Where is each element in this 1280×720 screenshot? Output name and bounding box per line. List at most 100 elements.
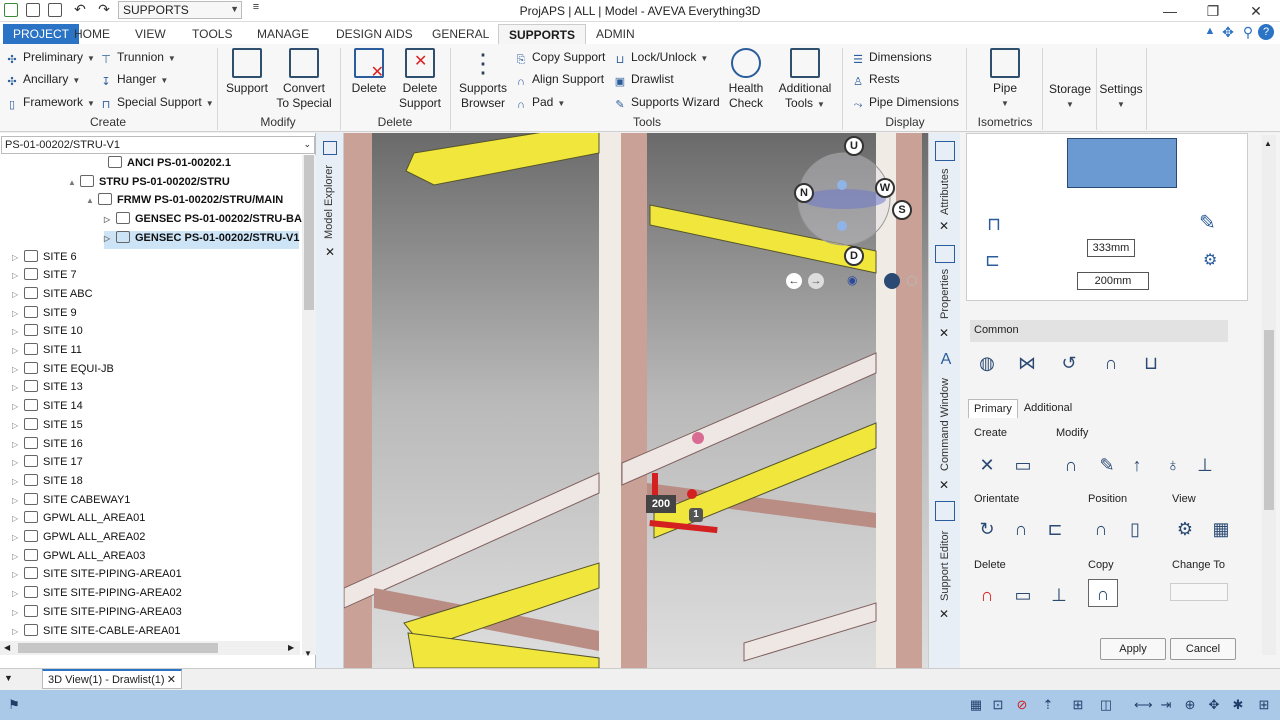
tab-list-icon[interactable]: ▼ xyxy=(4,673,13,683)
expand-toggle-icon[interactable]: ▷ xyxy=(12,290,22,299)
no-snap-icon[interactable]: ⊘ xyxy=(1014,697,1030,713)
distance-icon[interactable]: ⟷ xyxy=(1134,697,1153,713)
scroll-thumb[interactable] xyxy=(18,643,218,653)
expand-toggle-icon[interactable]: ▷ xyxy=(12,496,22,505)
special-support-button[interactable]: ⊓ Special Support ▼ xyxy=(100,95,214,111)
edit-icon[interactable]: ✎ xyxy=(1199,210,1216,235)
attributes-icon[interactable] xyxy=(935,141,955,161)
explorer-combo[interactable]: PS-01-00202/STRU-V1 ⌄ xyxy=(1,136,315,154)
support-point[interactable] xyxy=(692,432,704,444)
layers-icon[interactable]: ◫ xyxy=(1098,697,1114,713)
cancel-button[interactable]: Cancel xyxy=(1170,638,1236,660)
measure-icon[interactable]: ⊞ xyxy=(1070,697,1086,713)
pipe-iso-button[interactable]: Pipe ▼ xyxy=(980,48,1030,111)
expand-toggle-icon[interactable]: ▷ xyxy=(12,440,22,449)
expand-toggle-icon[interactable]: ▷ xyxy=(12,477,22,486)
tab-general[interactable]: GENERAL xyxy=(422,24,499,44)
orientate-hook-icon[interactable]: ∩ xyxy=(1006,515,1036,543)
compass-west[interactable]: W xyxy=(875,178,895,198)
align-support-button[interactable]: ∩ Align Support xyxy=(515,72,604,88)
support-point[interactable] xyxy=(687,489,697,499)
tab-home[interactable]: HOME xyxy=(64,24,120,44)
expand-toggle-icon[interactable]: ▷ xyxy=(12,458,22,467)
tree-item[interactable]: ▷ SITE 11 xyxy=(12,343,82,361)
health-check-button[interactable]: Health Check xyxy=(722,48,770,111)
move-to-icon[interactable]: ⇥ xyxy=(1158,697,1174,713)
change-to-select[interactable] xyxy=(1170,583,1228,601)
tree-item[interactable]: ▷ SITE CABEWAY1 xyxy=(12,492,130,511)
cube-icon[interactable]: ⬡ xyxy=(906,273,917,289)
tree-item[interactable]: ▷ SITE SITE-CABLE-AREA01 xyxy=(12,623,181,642)
tree-vertical-scrollbar[interactable]: ▼ xyxy=(302,155,316,658)
scroll-up-icon[interactable]: ▲ xyxy=(1264,139,1272,148)
modify-edit-icon[interactable]: ✎ xyxy=(1092,451,1122,479)
tab-tools[interactable]: TOOLS xyxy=(182,24,242,44)
settings-button[interactable]: Settings ▼ xyxy=(1098,82,1144,112)
tree-item[interactable]: ▷ GPWL ALL_AREA02 xyxy=(12,530,145,548)
home-view-icon[interactable]: ◉ xyxy=(847,273,857,287)
rotate-right-icon[interactable]: → xyxy=(808,273,824,289)
tab-manage[interactable]: MANAGE xyxy=(247,24,319,44)
expand-toggle-icon[interactable]: ▷ xyxy=(12,552,22,561)
collapse-ribbon-icon[interactable]: ▲ xyxy=(1200,25,1220,37)
create-cross-icon[interactable]: ✕ xyxy=(972,451,1002,479)
minimize-button[interactable]: — xyxy=(1160,3,1180,19)
dimension-200-field[interactable]: 200mm xyxy=(1077,272,1149,290)
expand-toggle-icon[interactable]: ▷ xyxy=(12,253,22,262)
drawlist-button[interactable]: ▣ Drawlist xyxy=(614,72,674,88)
close-icon[interactable]: ✕ xyxy=(939,478,949,492)
navigate-icon[interactable]: ✥ xyxy=(1218,24,1238,41)
globe-icon[interactable] xyxy=(884,273,900,289)
maximize-button[interactable]: ❐ xyxy=(1203,3,1223,20)
expand-toggle-icon[interactable]: ▷ xyxy=(12,608,22,617)
tab-view[interactable]: VIEW xyxy=(125,24,176,44)
properties-icon[interactable] xyxy=(935,245,955,263)
compass-south[interactable]: S xyxy=(892,200,912,220)
position-hook-icon[interactable]: ∩ xyxy=(1086,515,1116,543)
copy-support-button[interactable]: ⎘ Copy Support xyxy=(515,50,606,66)
support-editor-icon[interactable] xyxy=(935,501,955,521)
attributes-tab[interactable]: Attributes xyxy=(939,169,951,215)
scroll-left-icon[interactable]: ◀ xyxy=(4,643,10,652)
compass-north[interactable]: N xyxy=(794,183,814,203)
command-window-icon[interactable]: A xyxy=(937,351,955,369)
copy-hook-icon[interactable]: ∩ xyxy=(1088,579,1118,607)
tree-item[interactable]: ▷ SITE 16 xyxy=(12,436,83,455)
expand-toggle-icon[interactable]: ▷ xyxy=(12,402,22,411)
properties-tab[interactable]: Properties xyxy=(939,269,951,319)
tree-item[interactable]: ▷ SITE SITE-PIPING-AREA03 xyxy=(12,604,182,623)
expand-toggle-icon[interactable]: ▷ xyxy=(12,365,22,374)
rests-button[interactable]: ♙ Rests xyxy=(852,72,900,88)
preliminary-button[interactable]: ✣ Preliminary ▼ xyxy=(6,50,95,66)
tab-design-aids[interactable]: DESIGN AIDS xyxy=(326,24,423,44)
delete-hook-icon[interactable]: ∩ xyxy=(972,581,1002,609)
support-icon[interactable]: ⊔ xyxy=(1136,349,1166,377)
close-icon[interactable]: ✕ xyxy=(939,326,949,340)
expand-toggle-icon[interactable]: ▷ xyxy=(12,271,22,280)
orientate-rotate-icon[interactable]: ↻ xyxy=(972,515,1002,543)
tree-item[interactable]: ▲ STRU PS-01-00202/STRU xyxy=(68,174,230,193)
position-column-icon[interactable]: ▯ xyxy=(1120,515,1150,543)
close-icon[interactable]: ✕ xyxy=(939,219,949,233)
tree-item[interactable]: ▷ SITE 17 xyxy=(12,455,83,473)
globe-icon[interactable]: ◍ xyxy=(972,349,1002,377)
snap-icon[interactable]: ⊡ xyxy=(990,697,1006,713)
expand-toggle-icon[interactable]: ▷ xyxy=(12,309,22,318)
expand-toggle-icon[interactable]: ▷ xyxy=(104,234,114,243)
grid-icon[interactable]: ▦ xyxy=(968,697,984,713)
expand-toggle-icon[interactable]: ▷ xyxy=(12,589,22,598)
pad-button[interactable]: ∩ Pad ▼ xyxy=(515,95,565,111)
tree-item[interactable]: ▷ SITE 9 xyxy=(12,305,77,324)
modify-up-icon[interactable]: ↑ xyxy=(1122,451,1152,479)
tab-3d-view[interactable]: 3D View(1) - Drawlist(1) ✕ xyxy=(42,669,182,689)
tree-item[interactable]: ▷ SITE 13 xyxy=(12,380,83,398)
expand-toggle-icon[interactable]: ▷ xyxy=(12,383,22,392)
snap-point-icon[interactable]: ✱ xyxy=(1230,697,1246,713)
tab-admin[interactable]: ADMIN xyxy=(586,24,645,44)
tree-item[interactable]: ▷ SITE SITE-PIPING-AREA02 xyxy=(12,586,182,604)
modify-hook-icon[interactable]: ∩ xyxy=(1056,451,1086,479)
modify-trunnion-icon[interactable]: ♁ xyxy=(1158,451,1188,479)
tree-item[interactable]: ▷ SITE EQUI-JB xyxy=(12,361,114,380)
expand-toggle-icon[interactable]: ▷ xyxy=(12,327,22,336)
create-base-icon[interactable]: ▭ xyxy=(1008,451,1038,479)
